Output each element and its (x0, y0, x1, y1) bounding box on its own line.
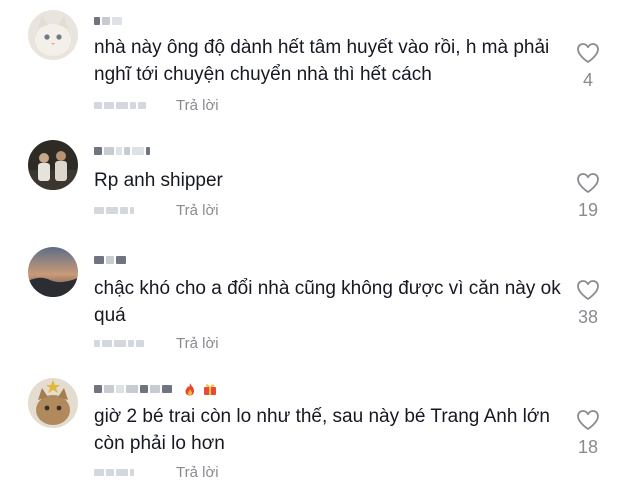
comment-text: nhà này ông độ dành hết tâm huyết vào rồ… (94, 37, 550, 85)
username[interactable] (94, 382, 218, 396)
reply-button[interactable]: Trả lời (176, 202, 219, 219)
gift-emoji-icon (204, 384, 216, 395)
heart-outline-icon (577, 43, 599, 63)
username[interactable] (94, 14, 122, 28)
comment-meta: Trả lời (94, 96, 219, 114)
comment-meta: Trả lời (94, 463, 219, 481)
comment-date (94, 206, 162, 214)
fire-emoji-icon (185, 383, 194, 396)
avatar[interactable] (28, 247, 78, 297)
reply-button[interactable]: Trả lời (176, 464, 219, 481)
cat-avatar-icon (28, 10, 78, 60)
comment-text: Rp anh shipper (94, 170, 223, 191)
like-button[interactable]: 38 (573, 279, 603, 328)
heart-outline-icon (577, 173, 599, 193)
comment-meta: Trả lời (94, 201, 219, 219)
heart-outline-icon (577, 410, 599, 430)
avatar[interactable] (28, 378, 78, 428)
group-photo-avatar-icon (28, 140, 78, 190)
username[interactable] (94, 253, 126, 267)
reply-button[interactable]: Trả lời (176, 335, 219, 352)
avatar[interactable] (28, 140, 78, 190)
comment-date (94, 101, 162, 109)
heart-outline-icon (577, 280, 599, 300)
cat-christmas-avatar-icon (28, 378, 78, 428)
comment-date (94, 339, 162, 347)
like-count: 38 (577, 307, 599, 327)
comment-text: chậc khó cho a đổi nhà cũng không được v… (94, 278, 561, 326)
avatar[interactable] (28, 10, 78, 60)
like-button[interactable]: 4 (573, 42, 603, 91)
like-button[interactable]: 18 (573, 409, 603, 458)
reply-button[interactable]: Trả lời (176, 97, 219, 114)
like-count: 19 (577, 200, 599, 220)
comment-meta: Trả lời (94, 334, 219, 352)
like-count: 4 (582, 70, 593, 90)
username[interactable] (94, 144, 150, 158)
like-button[interactable]: 19 (573, 172, 603, 221)
like-count: 18 (577, 437, 599, 457)
comment-text: giờ 2 bé trai còn lo như thế, sau này bé… (94, 406, 550, 454)
sunset-avatar-icon (28, 247, 78, 297)
comment-date (94, 468, 162, 476)
